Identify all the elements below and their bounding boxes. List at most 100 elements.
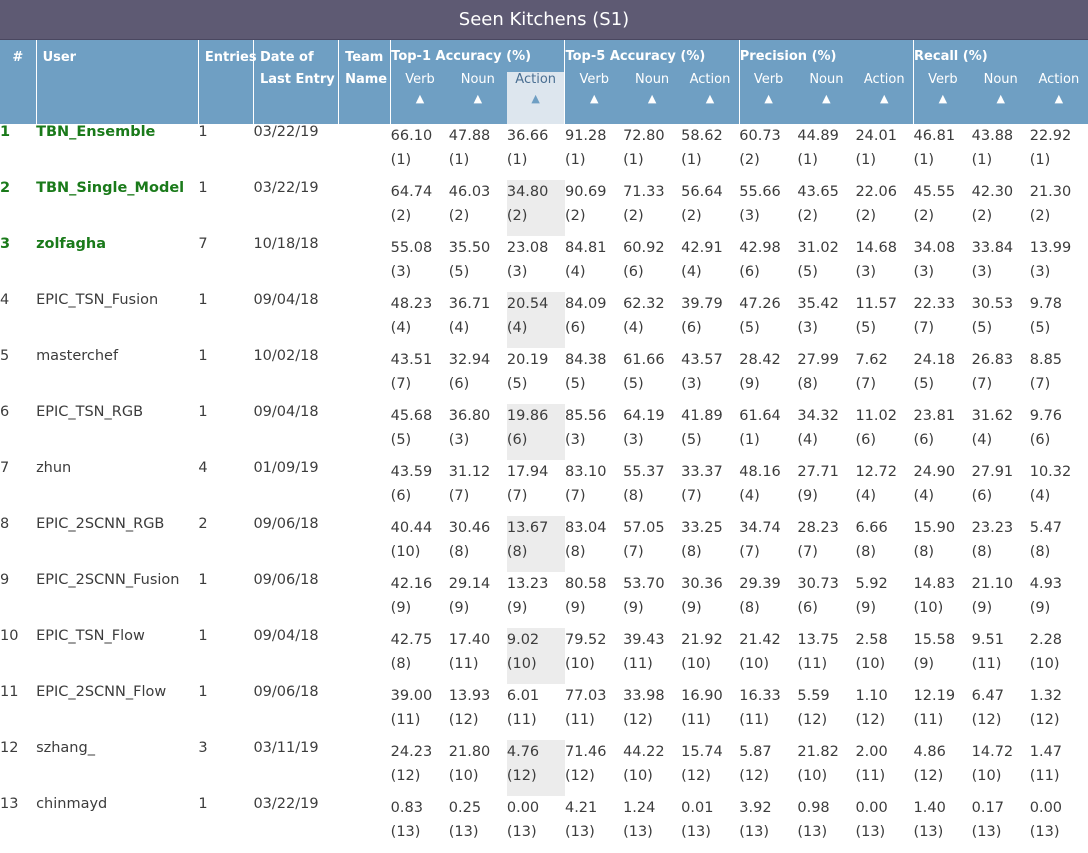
score-value: 64.19: [623, 408, 665, 424]
score-cell: 84.09 (6): [565, 292, 623, 348]
sub-header-label: Verb: [753, 72, 784, 87]
sort-arrow-icon[interactable]: ▲: [914, 92, 972, 105]
score-value: 24.23: [390, 744, 433, 760]
score-value: 66.10: [390, 128, 433, 144]
sort-top1-action-header[interactable]: Action ▲: [506, 72, 566, 124]
rank-cell: 8: [0, 516, 10, 532]
score-cell: 84.81 (4): [565, 236, 623, 292]
score-cell: 5.47 (8): [1030, 516, 1088, 572]
score-value: 16.90: [681, 688, 723, 704]
sort-precision-action-header[interactable]: Action ▲: [855, 72, 915, 124]
user-cell: masterchef: [36, 348, 119, 364]
score-value: 64.74: [390, 184, 433, 200]
score-cell: 24.90 (4): [914, 460, 972, 516]
score-value: 17.40: [448, 632, 491, 648]
score-value: 4.93: [1029, 576, 1063, 592]
score-rank: (3): [681, 376, 702, 392]
score-value: 13.23: [506, 576, 549, 592]
rank-cell: 1: [0, 124, 11, 140]
sort-arrow-icon[interactable]: ▲: [507, 92, 565, 105]
score-cell: 85.56 (3): [565, 404, 623, 460]
score-rank: (9): [913, 656, 935, 672]
score-rank: (11): [681, 712, 711, 728]
sort-arrow-icon[interactable]: ▲: [391, 92, 449, 105]
score-value: 34.80: [506, 184, 549, 200]
score-cell: 21.10 (9): [972, 572, 1030, 628]
score-cell: 47.26 (5): [739, 292, 797, 348]
score-value: 14.83: [913, 576, 956, 592]
date-cell: 09/04/18: [253, 292, 319, 308]
sort-recall-action-header[interactable]: Action ▲: [1029, 72, 1088, 124]
score-rank: (9): [1029, 600, 1051, 616]
score-cell: 11.57 (5): [855, 292, 913, 348]
score-cell: 66.10 (1): [391, 124, 449, 180]
score-rank: (2): [971, 208, 993, 224]
user-cell: EPIC_TSN_Fusion: [36, 292, 159, 308]
score-cell: 33.37 (7): [681, 460, 739, 516]
table-row: 3 zolfagha 7 10/18/18 55.08 (3) 35.50 (5) 23.08 (…: [0, 236, 1088, 292]
sort-arrow-icon[interactable]: ▲: [855, 92, 913, 105]
score-value: 43.65: [797, 184, 839, 200]
score-rank: (2): [448, 208, 470, 224]
sort-top1-verb-header[interactable]: Verb ▲: [390, 72, 449, 124]
table-row: 12 szhang_ 3 03/11/19 24.23 (12) 21.80 (10) 4.76…: [0, 740, 1088, 796]
sort-top1-noun-header[interactable]: Noun ▲: [448, 72, 507, 124]
sort-top5-action-header[interactable]: Action ▲: [681, 72, 740, 124]
sort-arrow-icon[interactable]: ▲: [623, 92, 681, 105]
col-team-header[interactable]: Team Name: [338, 40, 392, 124]
sort-arrow-icon[interactable]: ▲: [972, 92, 1030, 105]
score-rank: (10): [739, 656, 770, 672]
score-cell: 12.72 (4): [855, 460, 913, 516]
sort-arrow-icon[interactable]: ▲: [1030, 92, 1088, 105]
score-cell: 3.92 (13): [739, 796, 797, 852]
col-date-header[interactable]: Date of Last Entry: [253, 40, 340, 124]
score-value: 62.32: [623, 296, 665, 312]
sort-recall-noun-header[interactable]: Noun ▲: [971, 72, 1030, 124]
sort-arrow-icon[interactable]: ▲: [449, 92, 507, 105]
score-cell: 5.92 (9): [855, 572, 913, 628]
sort-arrow-icon[interactable]: ▲: [565, 92, 623, 105]
col-user-header[interactable]: User: [36, 40, 199, 124]
sort-arrow-icon[interactable]: ▲: [797, 92, 855, 105]
sort-precision-verb-header[interactable]: Verb ▲: [739, 72, 798, 124]
sort-arrow-icon[interactable]: ▲: [681, 92, 739, 105]
sort-precision-noun-header[interactable]: Noun ▲: [797, 72, 856, 124]
score-value: 33.37: [681, 464, 723, 480]
score-value: 44.89: [797, 128, 839, 144]
score-value: 31.02: [797, 240, 839, 256]
col-entries-header[interactable]: Entries: [198, 40, 257, 124]
score-rank: (3): [739, 208, 760, 224]
score-rank: (10): [448, 768, 479, 784]
score-rank: (11): [506, 712, 537, 728]
score-rank: (5): [564, 376, 586, 392]
score-value: 33.84: [971, 240, 1014, 256]
score-value: 44.22: [623, 744, 665, 760]
score-rank: (6): [797, 600, 818, 616]
score-value: 83.04: [564, 520, 607, 536]
score-cell: 23.08 (3): [507, 236, 565, 292]
score-cell: 64.74 (2): [391, 180, 449, 236]
score-value: 43.88: [971, 128, 1014, 144]
score-value: 13.93: [448, 688, 491, 704]
score-value: 85.56: [564, 408, 607, 424]
user-cell: EPIC_TSN_RGB: [36, 404, 144, 420]
score-value: 34.08: [913, 240, 956, 256]
score-rank: (6): [390, 488, 412, 504]
table-row: 6 EPIC_TSN_RGB 1 09/04/18 45.68 (5) 36.80 (3) 19…: [0, 404, 1088, 460]
score-cell: 14.83 (10): [914, 572, 972, 628]
score-rank: (8): [855, 544, 876, 560]
score-cell: 43.59 (6): [391, 460, 449, 516]
score-cell: 9.02 (10): [506, 628, 565, 684]
score-rank: (13): [390, 824, 421, 840]
team-cell: [339, 740, 391, 796]
sort-top5-noun-header[interactable]: Noun ▲: [623, 72, 682, 124]
score-rank: (11): [564, 712, 595, 728]
col-rank-header[interactable]: #: [0, 40, 37, 124]
user-cell: TBN_Single_Model: [36, 180, 185, 196]
score-rank: (7): [390, 376, 412, 392]
score-rank: (5): [1029, 320, 1051, 336]
sort-recall-verb-header[interactable]: Verb ▲: [913, 72, 972, 124]
score-cell: 0.17 (13): [972, 796, 1030, 852]
sort-arrow-icon[interactable]: ▲: [740, 92, 798, 105]
sort-top5-verb-header[interactable]: Verb ▲: [564, 72, 624, 124]
